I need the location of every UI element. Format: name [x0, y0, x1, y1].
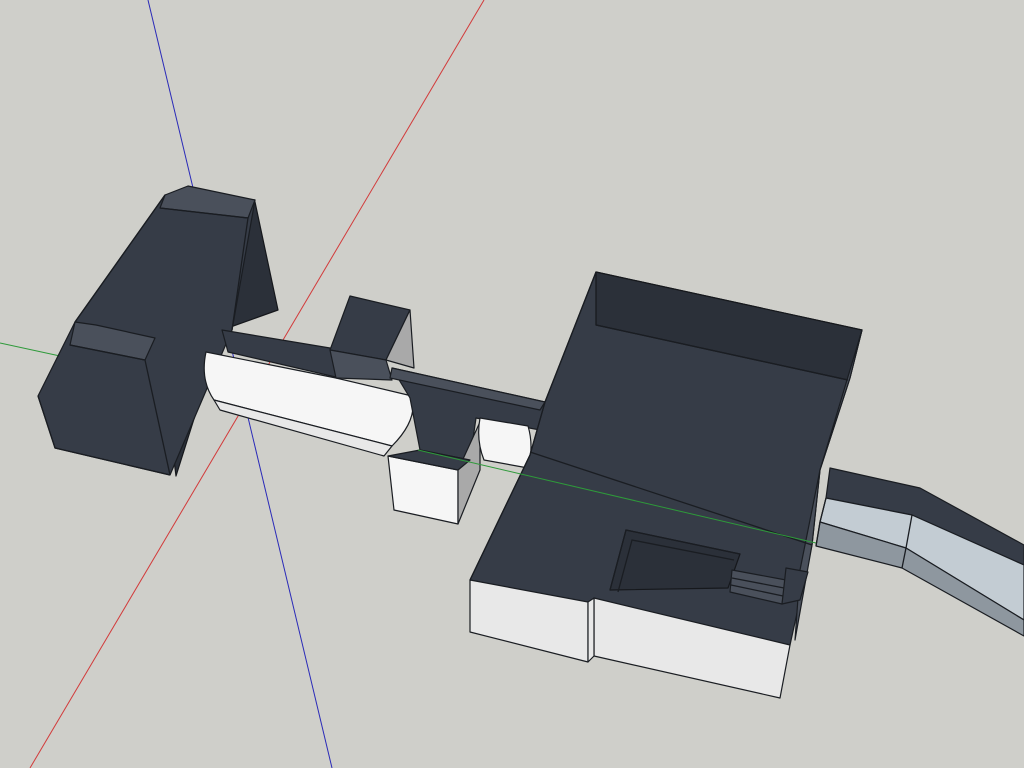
modeling-viewport[interactable] — [0, 0, 1024, 768]
right-ramp[interactable] — [815, 467, 1024, 637]
3d-model-canvas[interactable] — [0, 0, 1024, 768]
left-block[interactable] — [37, 185, 279, 477]
main-building[interactable] — [469, 271, 863, 699]
middle-tower[interactable] — [329, 295, 415, 381]
green-axis-left — [0, 342, 61, 357]
